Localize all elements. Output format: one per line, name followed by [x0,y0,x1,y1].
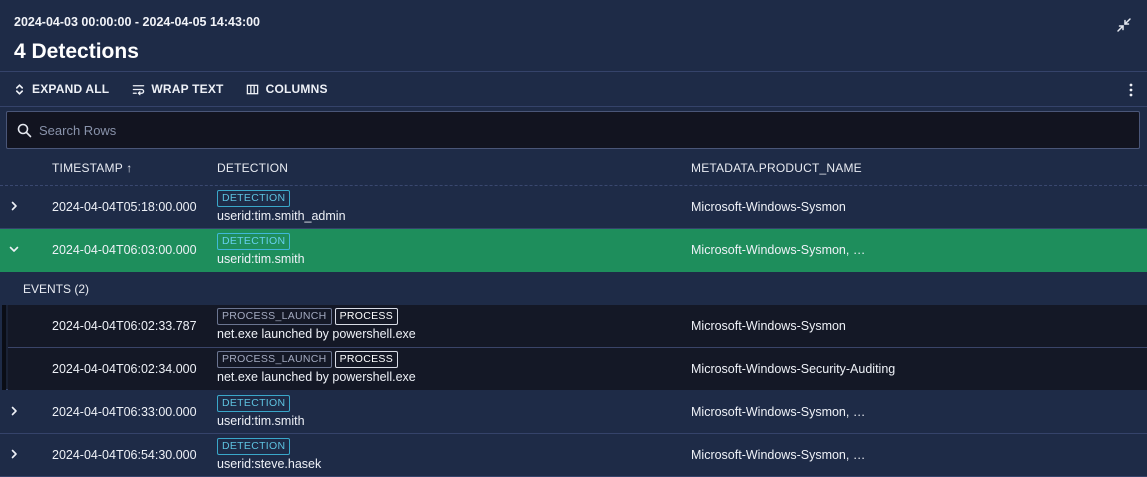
events-label: EVENTS (2) [23,282,90,296]
row-detection: DETECTION userid:tim.smith [217,395,305,428]
row-timestamp: 2024-04-04T05:18:00.000 [52,200,197,214]
process-launch-tag: PROCESS_LAUNCH [217,308,332,325]
events-panel: EVENTS (2) 2024-04-04T06:02:33.787 PROCE… [2,272,1147,390]
columns-button[interactable]: COLUMNS [246,82,328,96]
events-header: EVENTS (2) [2,272,1147,305]
event-timestamp: 2024-04-04T06:02:33.787 [52,319,197,333]
table-row[interactable]: 2024-04-04T05:18:00.000 DETECTION userid… [0,186,1147,229]
detection-tag: DETECTION [217,233,291,250]
expand-all-label: EXPAND ALL [32,82,110,96]
process-tag: PROCESS [334,351,399,368]
date-range: 2024-04-03 00:00:00 - 2024-04-05 14:43:0… [14,15,261,29]
detections-header: 2024-04-03 00:00:00 - 2024-04-05 14:43:0… [0,0,1147,72]
timestamp-header-label: TIMESTAMP [52,161,123,175]
table-row[interactable]: 2024-04-04T06:54:30.000 DETECTION userid… [0,434,1147,477]
table-row[interactable]: 2024-04-04T06:33:00.000 DETECTION userid… [0,391,1147,434]
table-header: TIMESTAMP ↑ DETECTION METADATA.PRODUCT_N… [0,149,1147,186]
event-timestamp: 2024-04-04T06:02:34.000 [52,362,197,376]
event-row[interactable]: 2024-04-04T06:02:33.787 PROCESS_LAUNCH PR… [8,305,1147,347]
row-detection-detail: userid:steve.hasek [217,457,322,471]
row-detection-detail: userid:tim.smith_admin [217,209,346,223]
detection-tag: DETECTION [217,190,291,207]
row-timestamp: 2024-04-04T06:54:30.000 [52,448,197,462]
process-tag: PROCESS [334,308,399,325]
event-row[interactable]: 2024-04-04T06:02:34.000 PROCESS_LAUNCH PR… [8,348,1147,390]
row-product: Microsoft-Windows-Sysmon, … [691,243,866,257]
chevron-right-icon[interactable] [8,405,20,417]
search-box [6,111,1140,149]
row-timestamp: 2024-04-04T06:33:00.000 [52,405,197,419]
search-icon [17,123,32,138]
row-detection: DETECTION userid:steve.hasek [217,438,321,471]
sort-ascending-icon: ↑ [126,161,133,175]
detection-column-header[interactable]: DETECTION [217,161,288,175]
expand-all-button[interactable]: EXPAND ALL [12,82,109,96]
row-product: Microsoft-Windows-Sysmon [691,200,846,214]
toolbar: EXPAND ALL WRAP TEXT COLUMNS [0,72,1147,107]
chevron-right-icon[interactable] [8,448,20,460]
columns-icon [246,82,260,96]
process-launch-tag: PROCESS_LAUNCH [217,351,332,368]
row-detection-detail: userid:tim.smith [217,252,305,266]
wrap-text-icon [131,82,145,96]
row-detection-detail: userid:tim.smith [217,414,305,428]
row-product: Microsoft-Windows-Sysmon, … [691,448,866,462]
chevron-down-icon[interactable] [8,243,20,255]
event-detection: PROCESS_LAUNCH PROCESS net.exe launched b… [217,308,416,341]
row-detection: DETECTION userid:tim.smith_admin [217,190,346,223]
event-detail: net.exe launched by powershell.exe [217,327,416,341]
expand-vertical-icon [12,82,26,96]
detection-tag: DETECTION [217,395,291,412]
columns-label: COLUMNS [265,82,328,96]
row-product: Microsoft-Windows-Sysmon, … [691,405,866,419]
chevron-right-icon[interactable] [8,200,20,212]
row-detection: DETECTION userid:tim.smith [217,233,305,266]
event-detail: net.exe launched by powershell.exe [217,370,416,384]
event-divider [8,347,1147,348]
timestamp-column-header[interactable]: TIMESTAMP ↑ [52,161,132,175]
events-left-border [2,305,6,390]
page-title: 4 Detections [14,40,139,63]
wrap-text-button[interactable]: WRAP TEXT [131,82,223,96]
row-timestamp: 2024-04-04T06:03:00.000 [52,243,197,257]
table-row-selected[interactable]: 2024-04-04T06:03:00.000 DETECTION userid… [0,229,1147,272]
collapse-arrows-icon[interactable] [1115,16,1133,34]
wrap-text-label: WRAP TEXT [151,82,224,96]
event-detection: PROCESS_LAUNCH PROCESS net.exe launched b… [217,351,416,384]
detection-tag: DETECTION [217,438,291,455]
event-product: Microsoft-Windows-Sysmon [691,319,846,333]
event-product: Microsoft-Windows-Security-Auditing [691,362,896,376]
product-column-header[interactable]: METADATA.PRODUCT_NAME [691,161,862,175]
search-input[interactable] [39,112,1129,148]
more-options-icon[interactable] [1127,82,1135,98]
